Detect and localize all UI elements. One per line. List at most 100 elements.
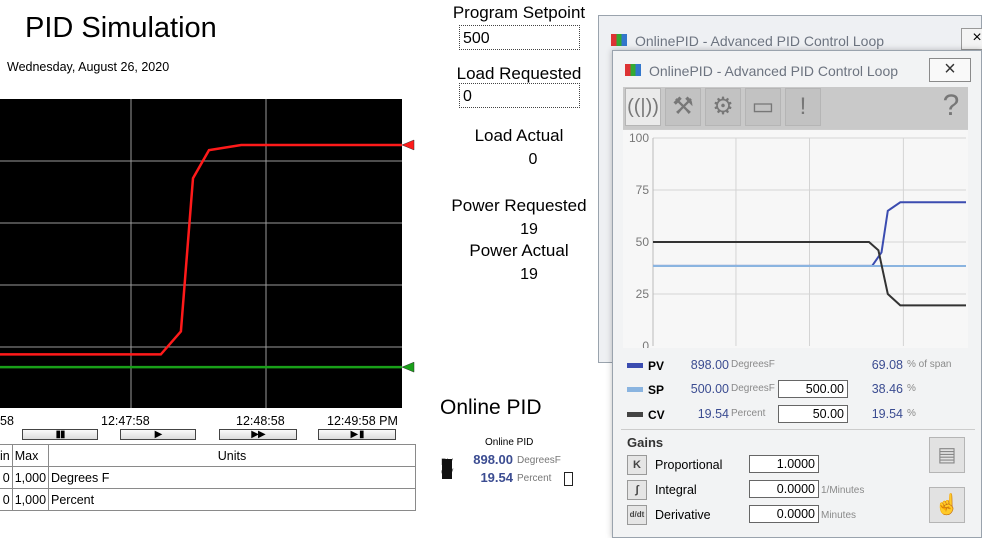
pv-value: 898.00 xyxy=(473,452,513,467)
cv-unit: Percent xyxy=(517,473,552,484)
online-pid-mini-faceplate[interactable]: Online PID PV CV 898.00 DegreesF 19.54 P… xyxy=(441,437,591,491)
cv-value: 19.54 xyxy=(480,470,513,485)
sp-row-unit: DegreesF xyxy=(731,383,775,394)
trend-series-red xyxy=(0,143,402,356)
table-header: in xyxy=(0,444,13,467)
mode-icon xyxy=(442,459,452,479)
sp-row-label: SP xyxy=(648,383,665,397)
play-button[interactable]: ▶ xyxy=(120,429,196,440)
table-cell: Percent xyxy=(48,488,416,511)
gain-label: Derivative xyxy=(655,508,711,522)
load-requested-field[interactable]: 0 xyxy=(459,83,580,108)
gains-heading: Gains xyxy=(627,435,664,450)
window-icon[interactable]: ▭ xyxy=(745,88,781,126)
pv-row-unit: DegreesF xyxy=(731,359,775,370)
sp-row-percent: 38.46 xyxy=(871,382,903,396)
load-requested-label: Load Requested xyxy=(456,64,582,83)
close-button[interactable]: × xyxy=(929,58,971,82)
cv-input[interactable]: 50.00 xyxy=(778,405,848,423)
trend-chart[interactable] xyxy=(0,99,402,408)
cv-row: CV 19.54 Percent 50.00 19.54 % xyxy=(623,405,968,427)
sp-row-value: 500.00 xyxy=(690,382,729,396)
table-cell: Degrees F xyxy=(48,466,416,489)
pv-row-percent-unit: % of span xyxy=(907,359,952,370)
time-tick: 58 xyxy=(0,414,14,428)
close-button[interactable]: × xyxy=(961,28,982,50)
table-row[interactable]: 0 1,000 Percent xyxy=(0,488,416,511)
alarm-icon[interactable]: ! xyxy=(785,88,821,126)
gain-label: Proportional xyxy=(655,458,723,472)
power-requested-value: 19 xyxy=(520,221,538,238)
y-tick-label: 50 xyxy=(636,235,650,249)
series-marker-red xyxy=(401,139,415,151)
cv-swatch xyxy=(627,412,643,417)
page-title: PID Simulation xyxy=(25,12,217,44)
pv-row: PV 898.00 DegreesF 69.08 % of span xyxy=(623,356,968,378)
date-label: Wednesday, August 26, 2020 xyxy=(7,60,170,74)
fast-forward-button[interactable]: ▶▶ xyxy=(219,429,297,440)
table-header-row: in Max Units xyxy=(0,444,416,467)
window-title: OnlinePID - Advanced PID Control Loop xyxy=(635,33,885,49)
integral-input[interactable]: 0.0000 xyxy=(749,480,819,498)
y-tick-label: 75 xyxy=(636,183,650,197)
cv-row-value: 19.54 xyxy=(697,407,729,421)
power-requested-label: Power Requested xyxy=(451,196,587,215)
sp-swatch xyxy=(627,387,643,392)
derivative-input[interactable]: 0.0000 xyxy=(749,505,819,523)
pv-swatch xyxy=(627,363,643,368)
load-actual-label: Load Actual xyxy=(474,126,564,145)
table-cell: 0 xyxy=(0,466,13,489)
wrench-icon[interactable]: ⚒ xyxy=(665,88,701,126)
time-tick: 12:49:58 PM xyxy=(327,414,398,428)
online-pid-heading: Online PID xyxy=(440,396,542,419)
trend-icon[interactable]: ((|)) xyxy=(625,88,661,126)
table-row[interactable]: 0 1,000 Degrees F xyxy=(0,466,416,489)
faceplate-trend-chart[interactable]: 100 75 50 25 0 xyxy=(623,129,968,348)
gain-label: Integral xyxy=(655,483,697,497)
table-header: Max xyxy=(11,444,50,467)
pv-row-value: 898.00 xyxy=(690,358,729,372)
sp-row-percent-unit: % xyxy=(907,383,916,394)
divider xyxy=(621,429,975,430)
document-icon[interactable]: ▤ xyxy=(929,437,965,473)
gain-unit: Minutes xyxy=(821,510,857,521)
table-cell: 1,000 xyxy=(11,466,50,489)
program-setpoint-label: Program Setpoint xyxy=(452,3,586,22)
battery-icon xyxy=(564,472,573,486)
pv-row-percent: 69.08 xyxy=(871,358,903,372)
faceplate-window[interactable]: OnlinePID - Advanced PID Control Loop × … xyxy=(612,50,982,538)
pv-row-label: PV xyxy=(648,359,665,373)
cv-row-percent-unit: % xyxy=(907,408,916,419)
help-icon[interactable]: ? xyxy=(933,88,969,126)
proportional-input[interactable]: 1.0000 xyxy=(749,455,819,473)
sp-input[interactable]: 500.00 xyxy=(778,380,848,398)
pause-button[interactable]: ▮▮ xyxy=(22,429,98,440)
gain-row-proportional: K Proportional 1.0000 xyxy=(627,455,967,477)
program-setpoint-field[interactable]: 500 xyxy=(459,25,580,50)
gear-icon[interactable]: ⚙ xyxy=(705,88,741,126)
cv-row-unit: Percent xyxy=(731,408,766,419)
cv-row-label: CV xyxy=(648,408,665,422)
table-cell: 1,000 xyxy=(11,488,50,511)
hand-icon[interactable]: ☝ xyxy=(929,487,965,523)
power-actual-label: Power Actual xyxy=(469,241,569,260)
step-end-button[interactable]: ▶ ▮ xyxy=(318,429,396,440)
time-tick: 12:47:58 xyxy=(101,414,150,428)
window-title: OnlinePID - Advanced PID Control Loop xyxy=(649,63,899,79)
trend-pen-table: in Max Units 0 1,000 Degrees F 0 1,000 P… xyxy=(0,444,416,511)
y-tick-label: 0 xyxy=(642,339,649,348)
app-icon xyxy=(611,34,627,46)
load-actual-value: 0 xyxy=(528,151,538,168)
series-marker-green xyxy=(401,361,415,373)
pv-unit: DegreesF xyxy=(517,455,561,466)
derivative-icon: d/dt xyxy=(627,505,647,525)
mini-faceplate-title: Online PID xyxy=(485,437,534,448)
gain-row-integral: ∫ Integral 0.0000 1/Minutes xyxy=(627,480,967,502)
trend-markers xyxy=(401,139,415,373)
table-header: Units xyxy=(48,444,416,467)
time-tick: 12:48:58 xyxy=(236,414,285,428)
gain-unit: 1/Minutes xyxy=(821,485,865,496)
y-tick-label: 100 xyxy=(629,131,649,145)
power-actual-value: 19 xyxy=(520,266,538,283)
sp-row: SP 500.00 DegreesF 500.00 38.46 % xyxy=(623,380,968,402)
